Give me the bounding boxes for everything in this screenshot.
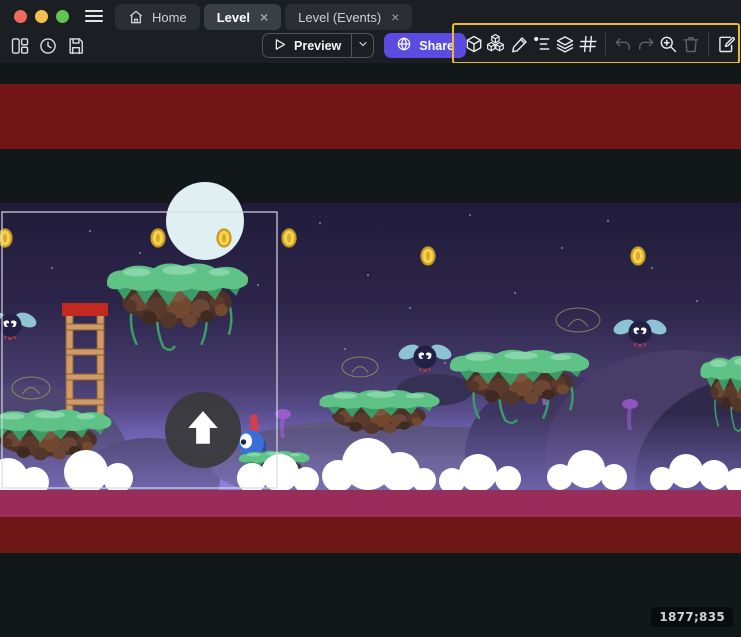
objects-editor-icon[interactable] [463, 32, 486, 56]
zoom-in-icon[interactable] [657, 32, 680, 56]
preview-button[interactable]: Preview [262, 33, 374, 58]
close-tab-icon[interactable]: × [260, 9, 268, 25]
toolbar-divider [708, 33, 709, 55]
minimize-window-button[interactable] [35, 10, 48, 23]
star [344, 348, 346, 350]
star [139, 252, 141, 254]
maximize-window-button[interactable] [56, 10, 69, 23]
tab-label: Level (Events) [298, 10, 381, 25]
moon[interactable] [166, 182, 244, 260]
star [607, 220, 609, 222]
tab-label: Level [217, 10, 250, 25]
history-icon[interactable] [37, 35, 59, 57]
tab-level-events[interactable]: Level (Events) × [285, 4, 412, 30]
instances-list-icon[interactable] [531, 32, 554, 56]
touch-up-arrow-control[interactable] [165, 392, 241, 468]
cursor-coordinates: 1877;835 [651, 607, 733, 627]
tab-level[interactable]: Level × [204, 4, 281, 30]
preview-dropdown-button[interactable] [351, 34, 373, 57]
star [367, 274, 369, 276]
star [561, 247, 563, 249]
up-arrow-icon [183, 408, 223, 453]
save-icon[interactable] [65, 35, 87, 57]
game-scene[interactable] [0, 63, 741, 637]
undo-icon [612, 32, 635, 56]
close-window-button[interactable] [14, 10, 27, 23]
tab-home[interactable]: Home [115, 4, 200, 30]
star [469, 214, 471, 216]
app-window: Home Level × Level (Events) × Preview Share [0, 0, 741, 637]
share-label: Share [419, 39, 454, 53]
star [257, 284, 259, 286]
coin[interactable] [632, 248, 645, 265]
project-manager-icon[interactable] [9, 35, 31, 57]
top-red-band[interactable] [0, 84, 741, 149]
bottom-red-band[interactable] [0, 517, 741, 553]
play-icon [272, 37, 287, 55]
tab-label: Home [152, 10, 187, 25]
star [651, 267, 653, 269]
chevron-down-icon [357, 37, 369, 55]
star [409, 307, 411, 309]
toolbar: Preview Share [0, 32, 741, 63]
star [696, 300, 698, 302]
traffic-lights [14, 10, 69, 23]
delete-icon [680, 32, 703, 56]
scene-editor-canvas[interactable]: 1877;835 [0, 63, 741, 637]
star [51, 267, 53, 269]
globe-icon [396, 36, 412, 55]
home-icon [128, 9, 144, 25]
edit-scene-icon[interactable] [715, 32, 738, 56]
preview-label: Preview [294, 39, 341, 53]
pink-ground-band[interactable] [0, 490, 741, 517]
coin[interactable] [152, 230, 165, 247]
grid-icon[interactable] [576, 32, 599, 56]
coin[interactable] [283, 230, 296, 247]
toolbar-highlight-box [452, 23, 740, 64]
layers-icon[interactable] [554, 32, 577, 56]
hamburger-menu-icon[interactable] [85, 10, 103, 22]
editor-background-bottom [0, 553, 741, 637]
star [319, 222, 321, 224]
close-tab-icon[interactable]: × [391, 9, 399, 25]
tab-bar: Home Level × Level (Events) × [115, 4, 412, 30]
star [514, 292, 516, 294]
redo-icon [634, 32, 657, 56]
coin[interactable] [422, 248, 435, 265]
object-groups-icon[interactable] [486, 32, 509, 56]
star [444, 362, 446, 364]
toolbar-divider [605, 33, 606, 55]
star [89, 230, 91, 232]
coin[interactable] [218, 230, 231, 247]
properties-icon[interactable] [508, 32, 531, 56]
